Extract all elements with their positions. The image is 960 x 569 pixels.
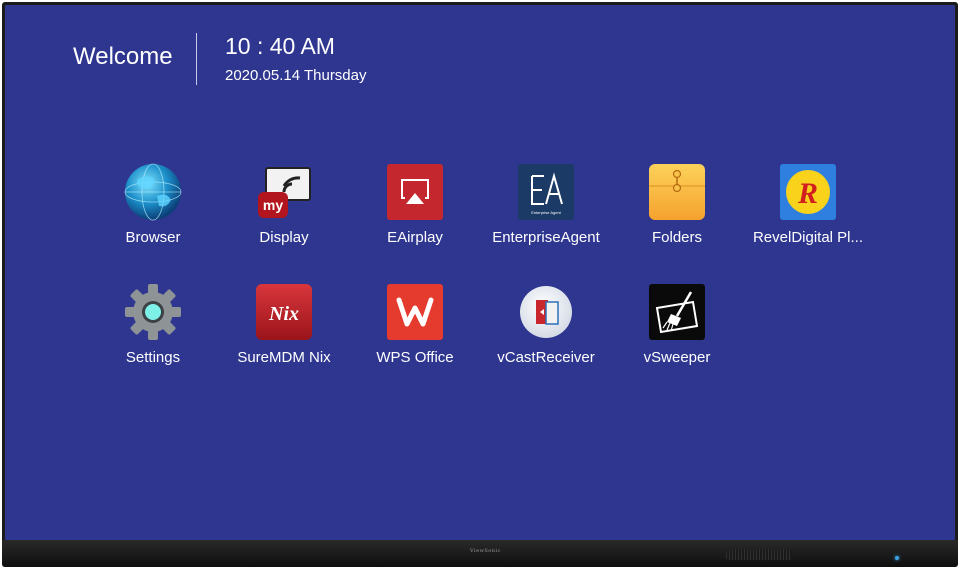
clock-date: 2020.05.14 Thursday bbox=[225, 67, 367, 84]
svg-text:R: R bbox=[797, 177, 818, 210]
app-label: EAirplay bbox=[387, 229, 443, 246]
app-display[interactable]: my Display bbox=[219, 162, 349, 262]
nix-icon: Nix bbox=[256, 284, 312, 340]
app-wps-office[interactable]: WPS Office bbox=[350, 282, 480, 382]
app-folders[interactable]: Folders bbox=[612, 162, 742, 262]
app-label: Display bbox=[259, 229, 309, 246]
camera-speaker-grille bbox=[726, 549, 792, 560]
app-settings[interactable]: Settings bbox=[88, 282, 218, 382]
airplay-icon bbox=[387, 164, 443, 220]
app-browser[interactable]: Browser bbox=[88, 162, 218, 262]
monitor-frame: Welcome 10 : 40 AM 2020.05.14 Thursday B… bbox=[2, 2, 958, 567]
app-label: EnterpriseAgent bbox=[492, 229, 600, 246]
app-label: Settings bbox=[125, 349, 181, 366]
globe-icon bbox=[124, 163, 182, 221]
app-eairplay[interactable]: EAirplay bbox=[350, 162, 480, 262]
app-label: Browser bbox=[125, 229, 181, 246]
app-label: SureMDM Nix bbox=[237, 349, 331, 366]
power-led bbox=[895, 556, 899, 560]
app-reveldigital[interactable]: R RevelDigital Pl... bbox=[743, 162, 873, 262]
svg-text:Nix: Nix bbox=[268, 303, 299, 325]
brand-logo: ViewSonic bbox=[470, 548, 501, 554]
mydisplay-cast-icon: my bbox=[258, 167, 311, 218]
revel-digital-icon: R bbox=[780, 164, 836, 220]
app-label: WPS Office bbox=[376, 349, 454, 366]
clock-time: 10 : 40 AM bbox=[225, 33, 335, 59]
wps-icon bbox=[387, 284, 443, 340]
welcome-text: Welcome bbox=[73, 43, 173, 70]
app-label: RevelDigital Pl... bbox=[752, 229, 864, 246]
launcher-screen: Welcome 10 : 40 AM 2020.05.14 Thursday B… bbox=[5, 5, 955, 540]
folder-icon bbox=[649, 164, 705, 220]
vcast-icon bbox=[520, 286, 572, 338]
app-suremdm-nix[interactable]: Nix SureMDM Nix bbox=[219, 282, 349, 382]
app-label: Folders bbox=[651, 229, 703, 246]
svg-text:my: my bbox=[263, 197, 283, 213]
sweeper-icon bbox=[649, 284, 705, 340]
svg-text:Enterprise Agent: Enterprise Agent bbox=[531, 210, 561, 215]
app-vcastreceiver[interactable]: vCastReceiver bbox=[481, 282, 611, 382]
app-label: vSweeper bbox=[643, 349, 711, 366]
app-label: vCastReceiver bbox=[497, 349, 595, 366]
monitor-bezel: ViewSonic bbox=[2, 540, 958, 567]
enterprise-agent-icon: Enterprise Agent bbox=[518, 164, 574, 220]
header-divider bbox=[196, 33, 197, 85]
app-enterpriseagent[interactable]: Enterprise Agent EnterpriseAgent bbox=[481, 162, 611, 262]
app-vsweeper[interactable]: vSweeper bbox=[612, 282, 742, 382]
gear-icon bbox=[125, 284, 181, 340]
